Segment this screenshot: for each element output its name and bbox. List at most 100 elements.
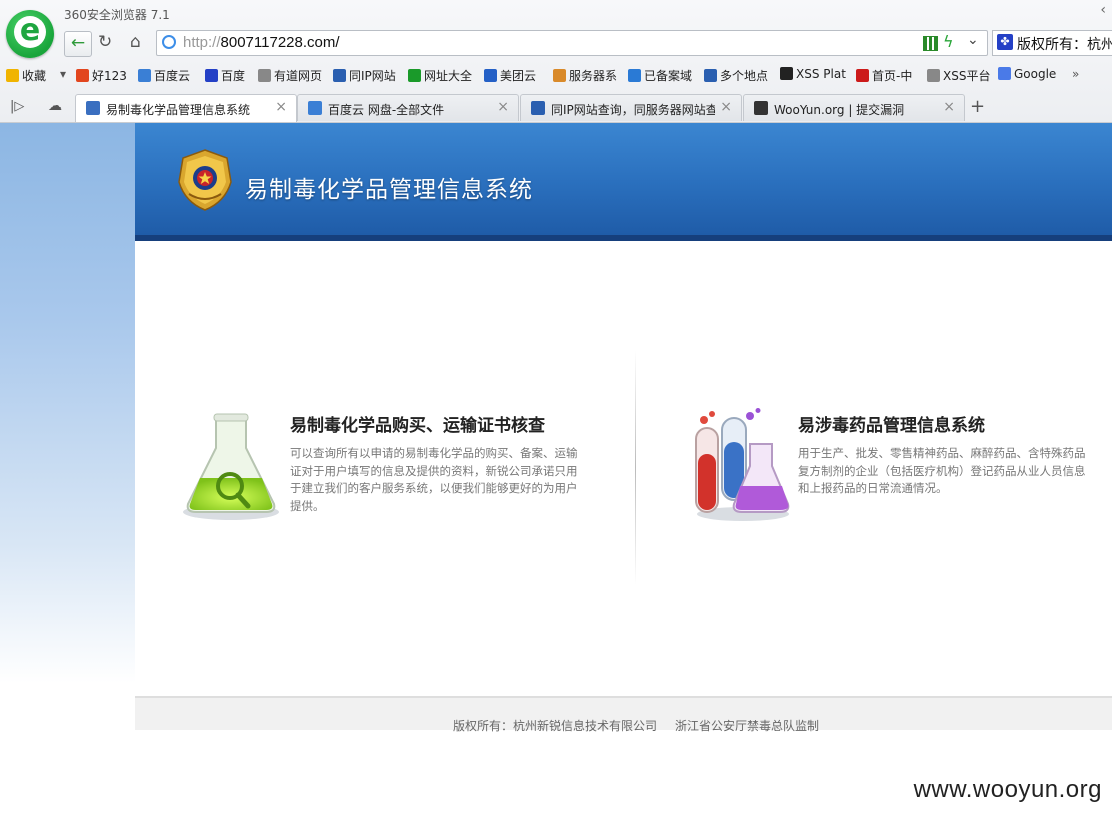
tab-close-icon[interactable]: × [943, 99, 955, 115]
bookmark-label: 百度 [221, 69, 246, 83]
bookmark-item[interactable]: XSS Plat [780, 67, 846, 81]
bookmark-label: 有道网页 [274, 69, 323, 83]
bookmark-label: XSS Plat [796, 67, 846, 81]
lightning-icon[interactable]: ϟ [943, 32, 954, 51]
bookmark-item[interactable]: 首页-中 [856, 67, 912, 84]
tab-title: WooYun.org | 提交漏洞 [774, 103, 905, 117]
card-title-drug-management[interactable]: 易涉毒药品管理信息系统 [798, 411, 985, 436]
url-directory-icon [408, 69, 421, 82]
bookmark-item[interactable]: 网址大全 [408, 67, 472, 84]
search-input[interactable]: ✤ 版权所有：杭州 [992, 30, 1112, 56]
tab-title: 易制毒化学品管理信息系统 [106, 103, 251, 117]
google-translate-icon [998, 67, 1011, 80]
multi-location-icon [704, 69, 717, 82]
skull-icon [780, 67, 793, 80]
bookmark-item[interactable]: 百度 [205, 67, 245, 84]
home-button[interactable]: ⌂ [130, 32, 141, 52]
page-left-gradient [0, 123, 135, 683]
browser-chrome: e 360安全浏览器 7.1 ‹ ← ↻ ⌂ http://8007117228… [0, 0, 1112, 123]
tab-favicon-icon [531, 101, 545, 115]
police-emblem-icon [178, 149, 232, 211]
bookmark-label: 首页-中 [872, 69, 913, 83]
meituan-cloud-icon [484, 69, 497, 82]
header-divider [135, 235, 1112, 241]
tab[interactable]: 同IP网站查询，同服务器网站查 × [520, 94, 742, 121]
tab-title: 同IP网站查询，同服务器网站查 [551, 103, 715, 117]
card-description-certificate-check: 可以查询所有以申请的易制毒化学品的购买、备案、运输证对于用户填写的信息及提供的资… [290, 446, 578, 513]
flask-magnifier-icon[interactable] [178, 412, 284, 524]
tab-favicon-icon [308, 101, 322, 115]
bookmark-item[interactable]: 已备案域 [628, 67, 692, 84]
star-icon [6, 69, 19, 82]
window-control-chevron-icon[interactable]: ‹ [1100, 2, 1106, 18]
sidebar-toggle-icon[interactable]: |▷ [10, 99, 24, 114]
refresh-button[interactable]: ↻ [98, 32, 112, 52]
bookmark-item[interactable]: 多个地点 [704, 67, 768, 84]
address-bar[interactable]: http://8007117228.com/ ϟ ⌄ [156, 30, 988, 56]
bookmark-label: 网址大全 [424, 69, 473, 83]
card-description-drug-management: 用于生产、批发、零售精神药品、麻醉药品、含特殊药品复方制剂的企业（包括医疗机构）… [798, 446, 1086, 495]
bookmark-label: 多个地点 [720, 69, 769, 83]
tab-close-icon[interactable]: × [720, 99, 732, 115]
bookmark-item[interactable]: 收藏 [6, 67, 46, 84]
360-browser-logo-icon[interactable]: e [6, 10, 54, 58]
card-title-certificate-check[interactable]: 易制毒化学品购买、运输证书核查 [290, 411, 545, 436]
address-dropdown-icon[interactable]: ⌄ [967, 32, 979, 48]
bookmark-item[interactable]: 美团云 [484, 67, 536, 84]
page-icon [927, 69, 940, 82]
test-tubes-icon[interactable] [688, 408, 792, 524]
tab-bar: |▷ ☁ + 易制毒化学品管理信息系统 × 百度云 网盘-全部文件 × 同IP网站查询，… [0, 93, 1112, 122]
bookmark-label: 好123 [92, 69, 127, 83]
footer-copyright: 版权所有：杭州新锐信息技术有限公司 [453, 719, 658, 733]
baidu-paw-icon [205, 69, 218, 82]
url-host: 8007117228.com/ [220, 34, 340, 51]
qr-code-icon[interactable] [923, 36, 938, 51]
tab[interactable]: 百度云 网盘-全部文件 × [297, 94, 519, 121]
bookmark-label: 美团云 [500, 69, 537, 83]
bookmark-item[interactable]: 有道网页 [258, 67, 322, 84]
bookmark-item[interactable]: 百度云 [138, 67, 190, 84]
tab-close-icon[interactable]: × [275, 99, 287, 115]
bookmark-label: Google [1014, 67, 1057, 81]
tab-active[interactable]: 易制毒化学品管理信息系统 × [75, 94, 297, 122]
vertical-divider [635, 350, 636, 585]
bookmark-label: 服务器系 [569, 69, 618, 83]
site-title: 易制毒化学品管理信息系统 [245, 177, 533, 203]
bookmark-label: 百度云 [154, 69, 191, 83]
server-icon [553, 69, 566, 82]
globe-icon [162, 35, 176, 49]
footer-supervisor: 浙江省公安厅禁毒总队监制 [675, 719, 820, 733]
hao123-icon [76, 69, 89, 82]
bookmark-item[interactable]: 服务器系 [553, 67, 617, 84]
bookmarks-overflow-icon[interactable]: » [1072, 67, 1079, 81]
tab-close-icon[interactable]: × [497, 99, 509, 115]
baidu-paw-icon[interactable]: ✤ [997, 34, 1013, 50]
tab-favicon-icon [86, 101, 100, 115]
bookmarks-bar: 收藏 好123 百度云 百度 有道网页 同IP网站 网址大全 美团云 服务器系 已备案域 多个地点 X… [0, 64, 1112, 86]
tab-title: 百度云 网盘-全部文件 [328, 103, 445, 117]
app-title: 360安全浏览器 7.1 [64, 8, 170, 22]
bookmark-item[interactable]: 同IP网站 [333, 67, 396, 84]
address-url[interactable]: http://8007117228.com/ [183, 34, 340, 51]
back-button[interactable]: ← [64, 31, 92, 57]
bookmark-label: XSS平台 [943, 69, 991, 83]
wooyun-watermark: www.wooyun.org [913, 776, 1102, 803]
icp-icon [628, 69, 641, 82]
page-icon [258, 69, 271, 82]
url-scheme: http:// [183, 34, 221, 51]
bookmark-label: 已备案域 [644, 69, 693, 83]
bookmark-label: 同IP网站 [349, 69, 396, 83]
bookmark-label: 收藏 [22, 69, 47, 83]
homepage-icon [856, 69, 869, 82]
bookmark-item[interactable]: XSS平台 [927, 67, 990, 84]
search-text[interactable]: 版权所有：杭州 [1017, 34, 1112, 54]
favorites-dropdown-icon[interactable]: ▾ [60, 67, 66, 81]
cloud-icon[interactable]: ☁ [48, 98, 62, 114]
baidu-cloud-icon [138, 69, 151, 82]
new-tab-button[interactable]: + [970, 96, 985, 117]
bookmark-item[interactable]: Google [998, 67, 1056, 81]
same-ip-icon [333, 69, 346, 82]
tab[interactable]: WooYun.org | 提交漏洞 × [743, 94, 965, 121]
bookmark-item[interactable]: 好123 [76, 67, 127, 84]
tab-favicon-icon [754, 101, 768, 115]
